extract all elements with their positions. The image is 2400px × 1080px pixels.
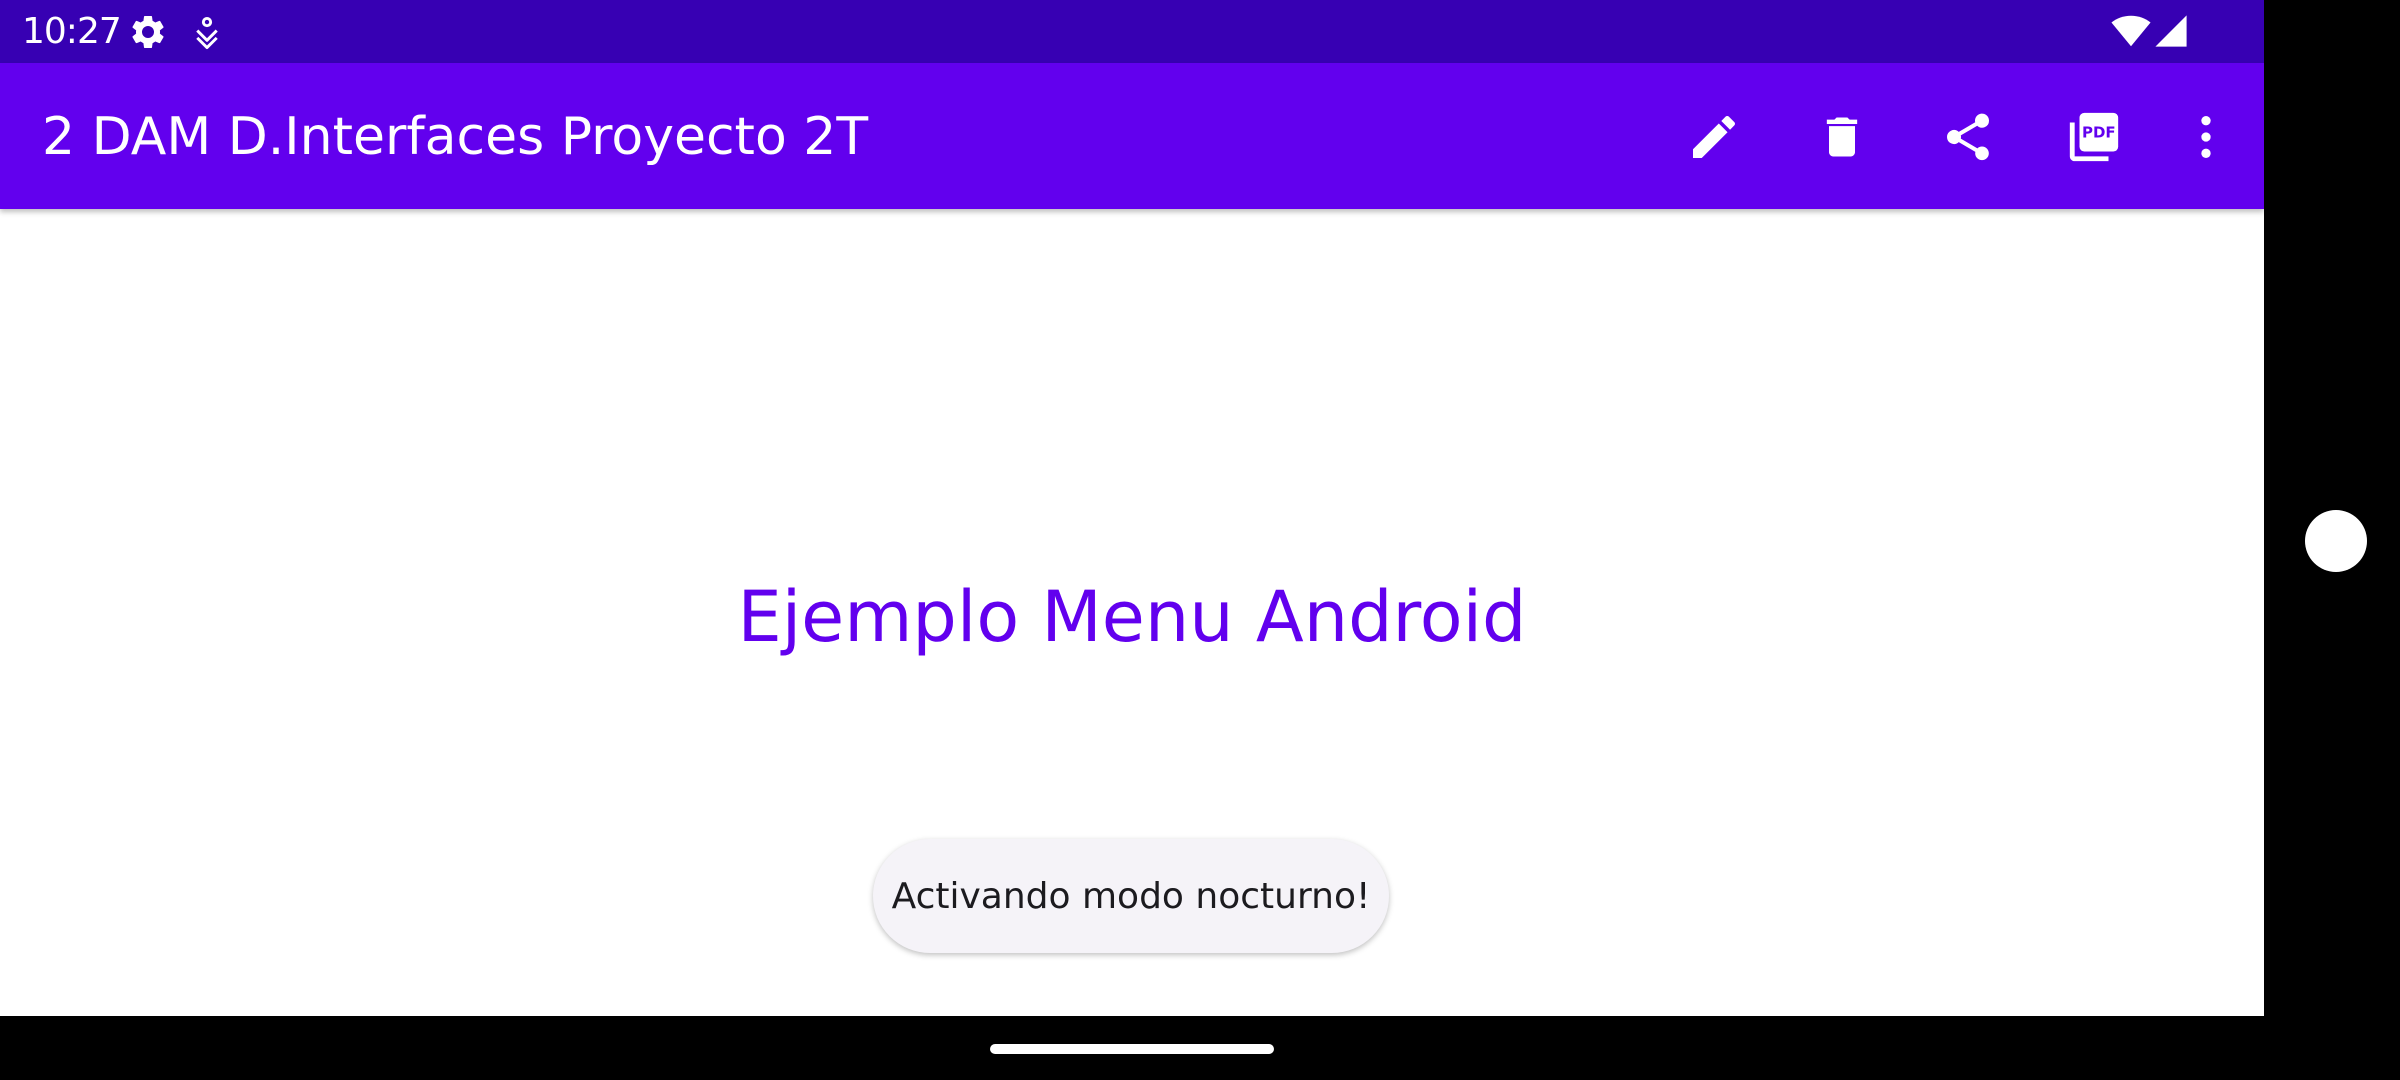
main-heading: Ejemplo Menu Android [737, 576, 1527, 658]
edit-icon [1693, 115, 1736, 158]
toast: Activando modo nocturno! [873, 839, 1389, 953]
signal-icon [2155, 15, 2187, 47]
toast-message: Activando modo nocturno! [891, 875, 1371, 917]
more-vert-icon [2201, 116, 2211, 158]
app-title: 2 DAM D.Interfaces Proyecto 2T [42, 107, 869, 167]
pdf-icon: PDF [2069, 112, 2119, 162]
wifi-icon [2111, 15, 2151, 47]
pdf-badge-label: PDF [2082, 123, 2116, 141]
app-screen: 10:27 2 DAM D.Interfaces Proyecto 2T PDF… [0, 0, 2264, 1016]
gesture-nav-handle[interactable] [990, 1044, 1274, 1054]
delete-button[interactable] [1806, 101, 1878, 173]
more-options-button[interactable] [2170, 101, 2242, 173]
pdf-button[interactable]: PDF [2058, 101, 2130, 173]
accessibility-icon [196, 16, 218, 50]
edit-button[interactable] [1678, 101, 1750, 173]
status-time: 10:27 [22, 11, 122, 52]
camera-cutout [2305, 510, 2367, 572]
status-bar: 10:27 [0, 0, 2264, 63]
app-bar: 2 DAM D.Interfaces Proyecto 2T PDF [0, 63, 2264, 209]
share-button[interactable] [1932, 101, 2004, 173]
delete-icon [1826, 117, 1858, 157]
share-icon [1946, 113, 1990, 161]
settings-gear-icon [132, 15, 164, 48]
